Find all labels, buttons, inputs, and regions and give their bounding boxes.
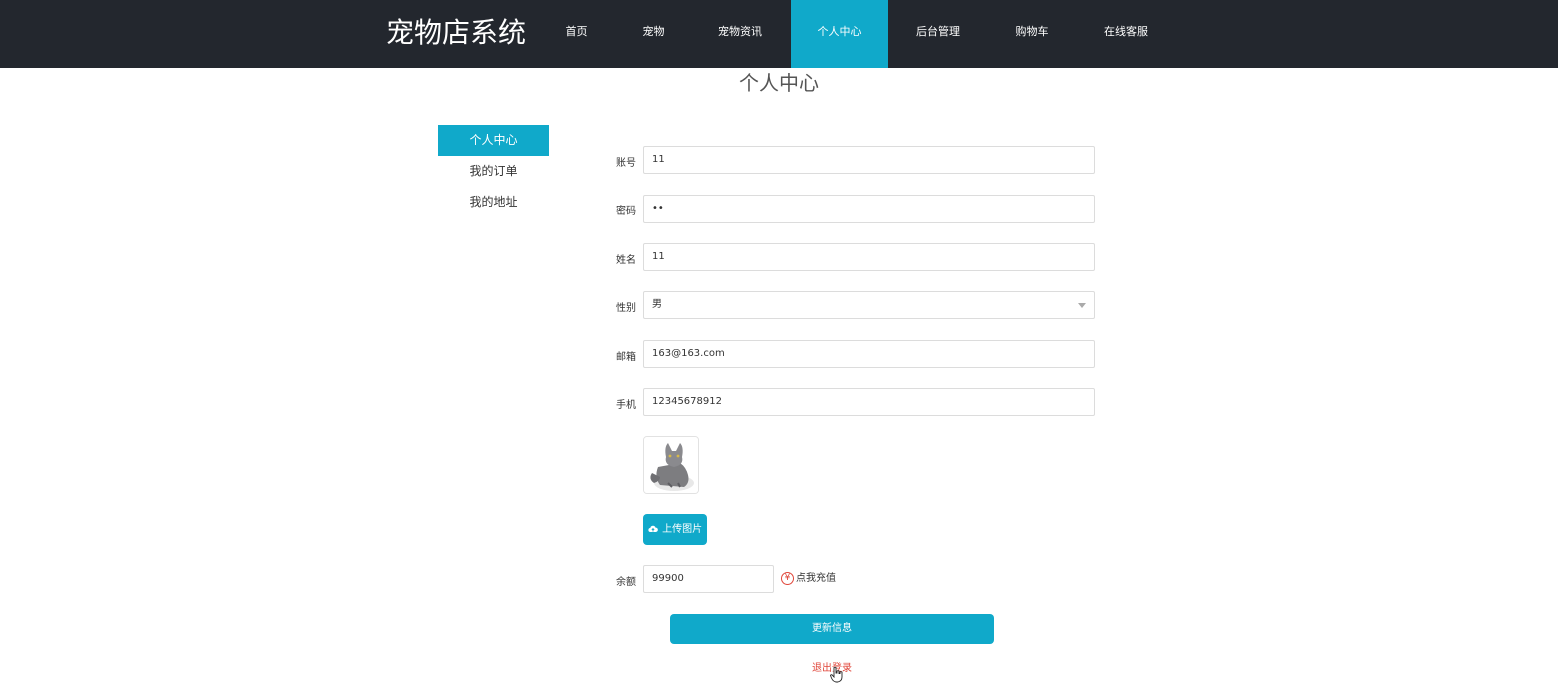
avatar: [643, 436, 699, 494]
gender-selected-value: 男: [652, 299, 662, 310]
logout-link[interactable]: 退出登录: [0, 659, 1558, 674]
chevron-down-icon: [1078, 303, 1086, 308]
balance-label: 余额: [616, 577, 636, 588]
recharge-link[interactable]: ¥ 点我充值: [781, 571, 836, 587]
nav-cart[interactable]: 购物车: [1002, 0, 1062, 68]
phone-label: 手机: [616, 400, 636, 411]
nav-pets[interactable]: 宠物: [630, 0, 677, 68]
balance-input[interactable]: 99900: [643, 565, 774, 593]
sidebar-item-my-orders[interactable]: 我的订单: [438, 156, 549, 187]
nav-admin[interactable]: 后台管理: [906, 0, 970, 68]
nav-home[interactable]: 首页: [553, 0, 600, 68]
upload-image-button[interactable]: 上传图片: [643, 514, 707, 545]
password-label: 密码: [616, 206, 636, 217]
nav-user-center[interactable]: 个人中心: [791, 0, 888, 68]
cat-photo-icon: [644, 437, 698, 493]
name-input[interactable]: 11: [643, 243, 1095, 271]
account-input[interactable]: 11: [643, 146, 1095, 174]
sidebar-item-my-addresses[interactable]: 我的地址: [438, 187, 549, 218]
cloud-upload-icon: [648, 525, 658, 533]
email-label: 邮箱: [616, 352, 636, 363]
gender-select[interactable]: 男: [643, 291, 1095, 319]
brand-title[interactable]: 宠物店系统: [386, 15, 526, 51]
upload-image-label: 上传图片: [662, 524, 703, 535]
email-input[interactable]: 163@163.com: [643, 340, 1095, 368]
name-label: 姓名: [616, 255, 636, 266]
sidebar-item-user-center[interactable]: 个人中心: [438, 125, 549, 156]
recharge-label: 点我充值: [796, 573, 836, 584]
hand-cursor-icon: [830, 666, 843, 683]
top-navbar: 宠物店系统 首页 宠物 宠物资讯 个人中心 后台管理 购物车 在线客服: [0, 0, 1558, 68]
phone-input[interactable]: 12345678912: [643, 388, 1095, 416]
nav-online-service[interactable]: 在线客服: [1094, 0, 1158, 68]
yen-icon: ¥: [781, 571, 794, 585]
account-label: 账号: [616, 158, 636, 169]
password-input[interactable]: ••: [643, 195, 1095, 223]
update-info-button[interactable]: 更新信息: [670, 614, 994, 644]
nav-pet-news[interactable]: 宠物资讯: [708, 0, 772, 68]
page-title: 个人中心: [739, 71, 819, 95]
gender-label: 性别: [616, 303, 636, 314]
